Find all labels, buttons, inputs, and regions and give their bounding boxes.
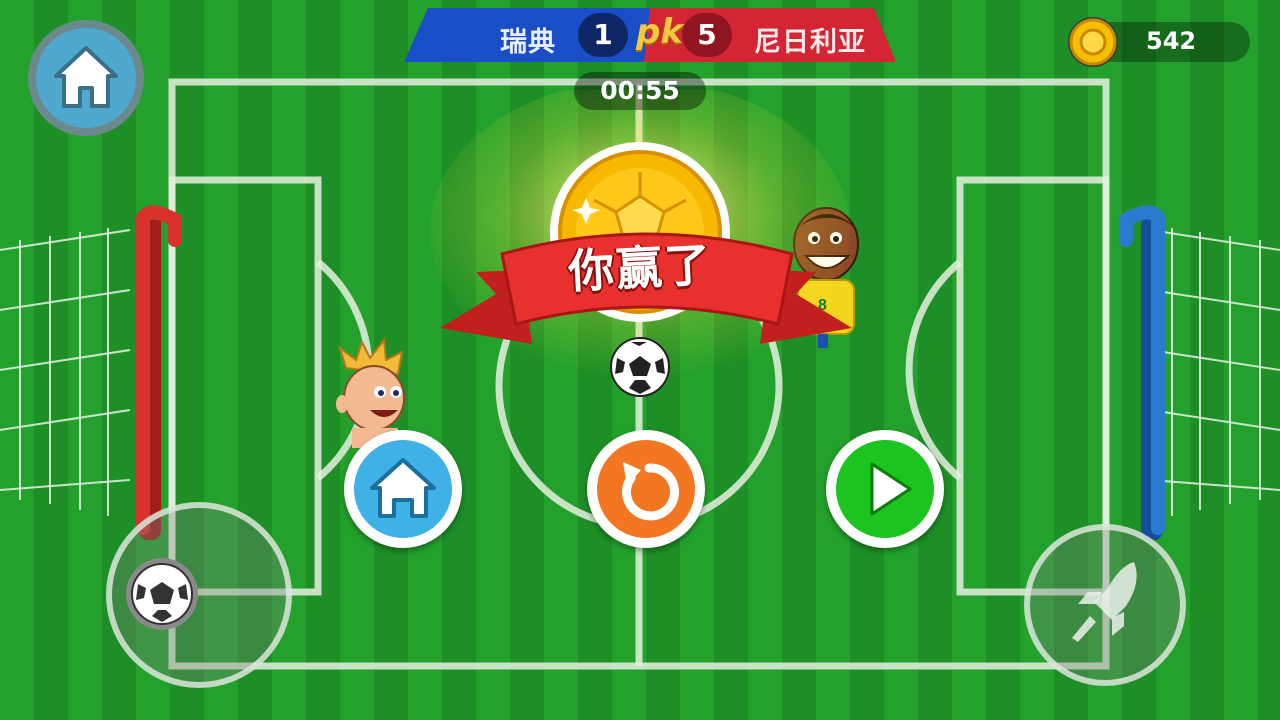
left-team-name: 瑞典	[500, 27, 556, 58]
home-icon	[28, 20, 144, 136]
left-team-score: 1	[578, 13, 628, 57]
home-button-face	[354, 440, 452, 538]
coin-counter: 542	[1066, 17, 1250, 67]
coin-count: 542	[1146, 27, 1197, 55]
joystick-base	[106, 502, 292, 688]
next-button-face	[836, 440, 934, 538]
play-icon	[870, 462, 912, 516]
home-icon	[370, 458, 436, 518]
restart-icon	[622, 462, 679, 521]
restart-button[interactable]	[587, 430, 705, 548]
right-goal	[1119, 205, 1280, 540]
scoreboard: 瑞典 1 pk 5 尼日利亚	[404, 8, 896, 62]
soccer-ball	[610, 337, 670, 397]
menu-home-button[interactable]	[26, 18, 146, 138]
game-stage: 8 你赢了 瑞典 1 pk 5 尼日利亚 00:55 542	[0, 0, 1280, 720]
coin-icon	[1068, 17, 1118, 67]
kick-button[interactable]	[1022, 522, 1188, 688]
next-button[interactable]	[826, 430, 944, 548]
movement-joystick[interactable]	[104, 500, 294, 690]
victory-text: 你赢了	[566, 237, 714, 299]
vs-label: pk	[636, 12, 683, 52]
right-team-name: 尼日利亚	[754, 27, 866, 58]
left-goal	[0, 205, 182, 540]
right-team-score: 5	[682, 13, 732, 57]
soccer-ball-icon	[126, 558, 198, 630]
rocket-icon	[1024, 524, 1186, 686]
match-timer: 00:55	[574, 72, 706, 110]
home-button[interactable]	[344, 430, 462, 548]
restart-button-face	[597, 440, 695, 538]
